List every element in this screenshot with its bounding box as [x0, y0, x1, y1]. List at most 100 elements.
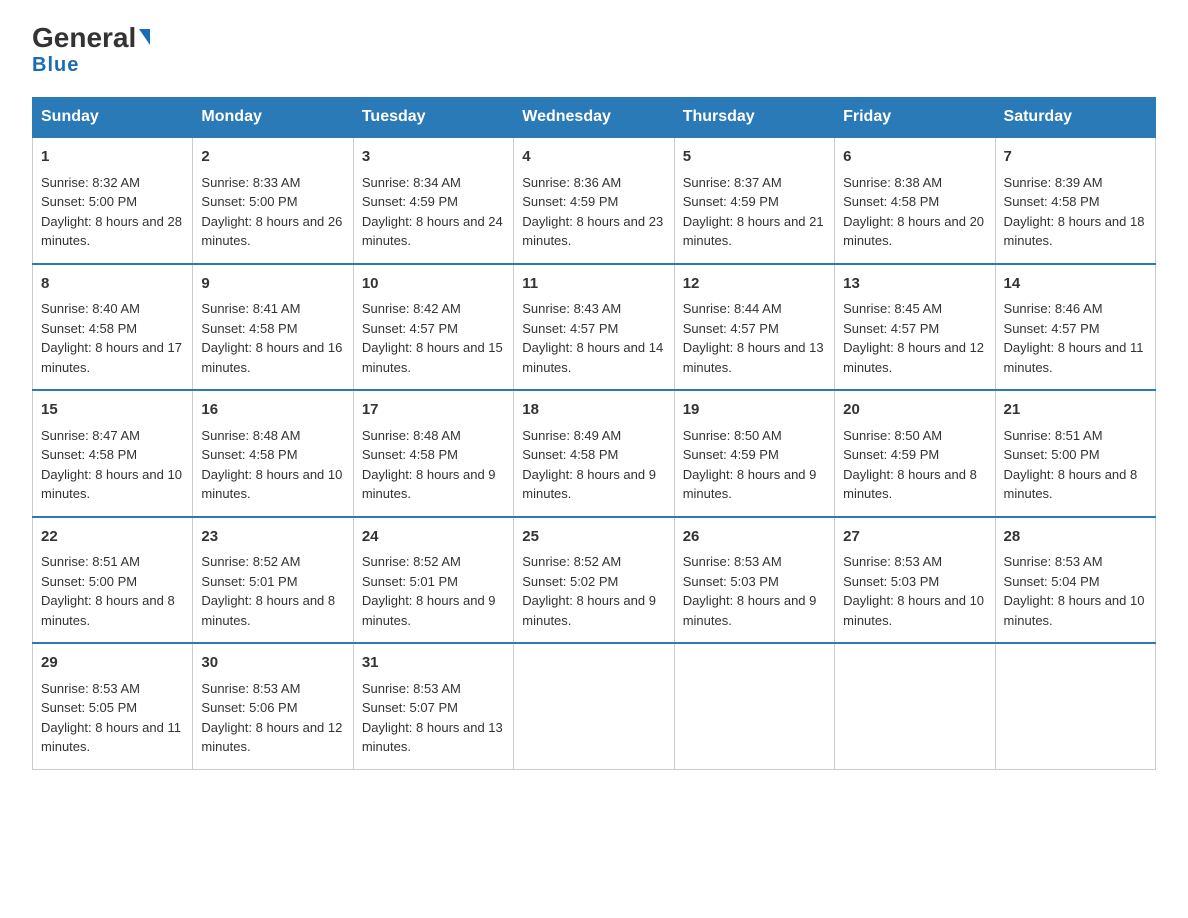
day-info: Sunrise: 8:52 AMSunset: 5:01 PMDaylight:… — [362, 554, 496, 628]
day-number: 2 — [201, 146, 344, 169]
day-header-wednesday: Wednesday — [514, 98, 674, 138]
day-info: Sunrise: 8:53 AMSunset: 5:05 PMDaylight:… — [41, 681, 181, 755]
day-info: Sunrise: 8:36 AMSunset: 4:59 PMDaylight:… — [522, 175, 663, 249]
day-number: 7 — [1004, 146, 1147, 169]
logo-general-text: General — [32, 24, 136, 52]
day-info: Sunrise: 8:32 AMSunset: 5:00 PMDaylight:… — [41, 175, 182, 249]
calendar-cell: 9 Sunrise: 8:41 AMSunset: 4:58 PMDaylight… — [193, 264, 353, 391]
day-info: Sunrise: 8:53 AMSunset: 5:03 PMDaylight:… — [683, 554, 817, 628]
day-info: Sunrise: 8:52 AMSunset: 5:02 PMDaylight:… — [522, 554, 656, 628]
day-info: Sunrise: 8:37 AMSunset: 4:59 PMDaylight:… — [683, 175, 824, 249]
day-number: 29 — [41, 652, 184, 675]
calendar-cell: 11 Sunrise: 8:43 AMSunset: 4:57 PMDayligh… — [514, 264, 674, 391]
day-number: 21 — [1004, 399, 1147, 422]
day-number: 10 — [362, 273, 505, 296]
day-number: 11 — [522, 273, 665, 296]
day-number: 25 — [522, 526, 665, 549]
calendar-cell: 14Sunrise: 8:46 AMSunset: 4:57 PMDayligh… — [995, 264, 1155, 391]
calendar-cell: 4 Sunrise: 8:36 AMSunset: 4:59 PMDaylight… — [514, 137, 674, 264]
day-number: 9 — [201, 273, 344, 296]
calendar-cell: 7 Sunrise: 8:39 AMSunset: 4:58 PMDaylight… — [995, 137, 1155, 264]
calendar-cell — [514, 643, 674, 769]
day-header-friday: Friday — [835, 98, 995, 138]
calendar-cell: 2 Sunrise: 8:33 AMSunset: 5:00 PMDaylight… — [193, 137, 353, 264]
calendar-week-4: 22Sunrise: 8:51 AMSunset: 5:00 PMDayligh… — [33, 517, 1156, 644]
calendar-week-1: 1 Sunrise: 8:32 AMSunset: 5:00 PMDaylight… — [33, 137, 1156, 264]
calendar-week-2: 8Sunrise: 8:40 AMSunset: 4:58 PMDaylight… — [33, 264, 1156, 391]
day-info: Sunrise: 8:39 AMSunset: 4:58 PMDaylight:… — [1004, 175, 1145, 249]
calendar-cell: 24Sunrise: 8:52 AMSunset: 5:01 PMDayligh… — [353, 517, 513, 644]
day-info: Sunrise: 8:52 AMSunset: 5:01 PMDaylight:… — [201, 554, 335, 628]
calendar-cell: 22Sunrise: 8:51 AMSunset: 5:00 PMDayligh… — [33, 517, 193, 644]
day-info: Sunrise: 8:51 AMSunset: 5:00 PMDaylight:… — [41, 554, 175, 628]
day-number: 5 — [683, 146, 826, 169]
day-number: 1 — [41, 146, 184, 169]
calendar-cell: 28 Sunrise: 8:53 AMSunset: 5:04 PMDayligh… — [995, 517, 1155, 644]
day-number: 27 — [843, 526, 986, 549]
day-number: 28 — [1004, 526, 1147, 549]
logo-triangle-icon — [139, 29, 150, 45]
calendar-cell: 8Sunrise: 8:40 AMSunset: 4:58 PMDaylight… — [33, 264, 193, 391]
calendar-cell — [674, 643, 834, 769]
day-info: Sunrise: 8:41 AMSunset: 4:58 PMDaylight:… — [201, 301, 342, 375]
day-header-thursday: Thursday — [674, 98, 834, 138]
day-number: 23 — [201, 526, 344, 549]
calendar-cell: 23 Sunrise: 8:52 AMSunset: 5:01 PMDayligh… — [193, 517, 353, 644]
day-number: 15 — [41, 399, 184, 422]
day-info: Sunrise: 8:50 AMSunset: 4:59 PMDaylight:… — [843, 428, 977, 502]
calendar-cell — [995, 643, 1155, 769]
day-number: 26 — [683, 526, 826, 549]
day-info: Sunrise: 8:33 AMSunset: 5:00 PMDaylight:… — [201, 175, 342, 249]
calendar-cell: 21 Sunrise: 8:51 AMSunset: 5:00 PMDayligh… — [995, 390, 1155, 517]
day-number: 13 — [843, 273, 986, 296]
day-headers-row: SundayMondayTuesdayWednesdayThursdayFrid… — [33, 98, 1156, 138]
day-info: Sunrise: 8:50 AMSunset: 4:59 PMDaylight:… — [683, 428, 817, 502]
day-number: 12 — [683, 273, 826, 296]
day-info: Sunrise: 8:44 AMSunset: 4:57 PMDaylight:… — [683, 301, 824, 375]
day-number: 30 — [201, 652, 344, 675]
day-number: 18 — [522, 399, 665, 422]
calendar-cell: 25 Sunrise: 8:52 AMSunset: 5:02 PMDayligh… — [514, 517, 674, 644]
day-header-tuesday: Tuesday — [353, 98, 513, 138]
day-info: Sunrise: 8:53 AMSunset: 5:04 PMDaylight:… — [1004, 554, 1145, 628]
day-header-monday: Monday — [193, 98, 353, 138]
day-info: Sunrise: 8:48 AMSunset: 4:58 PMDaylight:… — [201, 428, 342, 502]
calendar-cell: 20Sunrise: 8:50 AMSunset: 4:59 PMDayligh… — [835, 390, 995, 517]
calendar-cell: 31 Sunrise: 8:53 AMSunset: 5:07 PMDayligh… — [353, 643, 513, 769]
day-info: Sunrise: 8:48 AMSunset: 4:58 PMDaylight:… — [362, 428, 496, 502]
calendar-header: SundayMondayTuesdayWednesdayThursdayFrid… — [33, 98, 1156, 138]
day-number: 6 — [843, 146, 986, 169]
day-info: Sunrise: 8:45 AMSunset: 4:57 PMDaylight:… — [843, 301, 984, 375]
day-info: Sunrise: 8:47 AMSunset: 4:58 PMDaylight:… — [41, 428, 182, 502]
day-info: Sunrise: 8:38 AMSunset: 4:58 PMDaylight:… — [843, 175, 984, 249]
page-header: General Blue — [32, 24, 1156, 77]
day-info: Sunrise: 8:53 AMSunset: 5:03 PMDaylight:… — [843, 554, 984, 628]
calendar-cell: 3Sunrise: 8:34 AMSunset: 4:59 PMDaylight… — [353, 137, 513, 264]
calendar-cell: 19Sunrise: 8:50 AMSunset: 4:59 PMDayligh… — [674, 390, 834, 517]
calendar-week-5: 29 Sunrise: 8:53 AMSunset: 5:05 PMDayligh… — [33, 643, 1156, 769]
day-info: Sunrise: 8:43 AMSunset: 4:57 PMDaylight:… — [522, 301, 663, 375]
day-number: 4 — [522, 146, 665, 169]
calendar-cell: 29 Sunrise: 8:53 AMSunset: 5:05 PMDayligh… — [33, 643, 193, 769]
day-number: 16 — [201, 399, 344, 422]
calendar-cell: 10 Sunrise: 8:42 AMSunset: 4:57 PMDayligh… — [353, 264, 513, 391]
day-header-saturday: Saturday — [995, 98, 1155, 138]
calendar-cell: 13 Sunrise: 8:45 AMSunset: 4:57 PMDayligh… — [835, 264, 995, 391]
calendar-cell: 27 Sunrise: 8:53 AMSunset: 5:03 PMDayligh… — [835, 517, 995, 644]
day-info: Sunrise: 8:53 AMSunset: 5:06 PMDaylight:… — [201, 681, 342, 755]
calendar-cell: 17Sunrise: 8:48 AMSunset: 4:58 PMDayligh… — [353, 390, 513, 517]
day-info: Sunrise: 8:53 AMSunset: 5:07 PMDaylight:… — [362, 681, 503, 755]
logo-blue-text: Blue — [32, 54, 79, 77]
calendar-body: 1 Sunrise: 8:32 AMSunset: 5:00 PMDaylight… — [33, 137, 1156, 769]
day-info: Sunrise: 8:46 AMSunset: 4:57 PMDaylight:… — [1004, 301, 1144, 375]
calendar-cell: 5 Sunrise: 8:37 AMSunset: 4:59 PMDaylight… — [674, 137, 834, 264]
day-info: Sunrise: 8:42 AMSunset: 4:57 PMDaylight:… — [362, 301, 503, 375]
calendar-cell: 30 Sunrise: 8:53 AMSunset: 5:06 PMDayligh… — [193, 643, 353, 769]
calendar-cell: 26 Sunrise: 8:53 AMSunset: 5:03 PMDayligh… — [674, 517, 834, 644]
day-number: 31 — [362, 652, 505, 675]
calendar-cell — [835, 643, 995, 769]
day-info: Sunrise: 8:34 AMSunset: 4:59 PMDaylight:… — [362, 175, 503, 249]
day-info: Sunrise: 8:51 AMSunset: 5:00 PMDaylight:… — [1004, 428, 1138, 502]
day-header-sunday: Sunday — [33, 98, 193, 138]
day-number: 8 — [41, 273, 184, 296]
